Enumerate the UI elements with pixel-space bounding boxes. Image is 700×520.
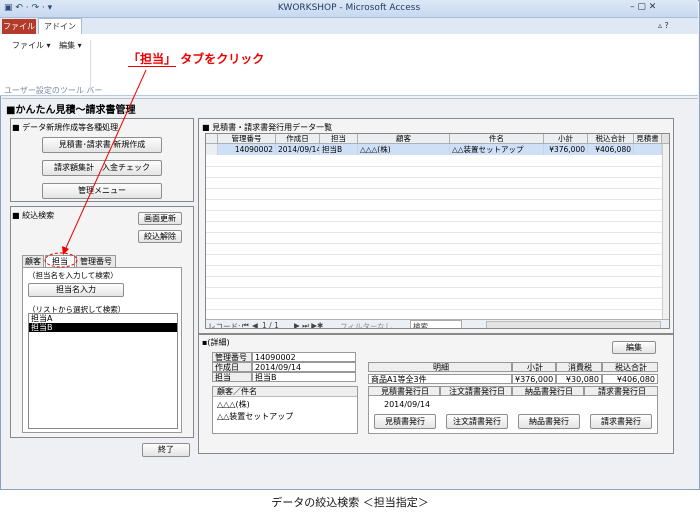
list-item[interactable]: 担当A — [29, 314, 177, 323]
input-staff-name-button[interactable]: 担当名入力 — [28, 283, 124, 297]
payment-check-label: 入金チェック — [102, 163, 150, 172]
filter-status[interactable]: フィルターなし — [340, 321, 392, 328]
menu-row: ファイル ▾ 編集 ▾ — [12, 40, 82, 51]
window-title: KWORKSHOP - Microsoft Access — [277, 3, 421, 13]
summary-cell: ¥30,080 — [556, 374, 602, 384]
table-cell[interactable] — [634, 144, 662, 155]
menu-edit[interactable]: 編集 ▾ — [59, 41, 82, 50]
table-cell[interactable]: 2014/09/14 — [276, 144, 320, 155]
grid-section-title: ■ 見積書・請求書発行用データ一覧 — [202, 123, 333, 132]
field-label: 担当 — [212, 372, 252, 382]
issue-delivery-button[interactable]: 納品書発行 — [518, 414, 580, 429]
table-cell[interactable]: △△装置セットアップ — [450, 144, 544, 155]
col-header[interactable]: 管理番号 — [218, 134, 276, 144]
customer-value: △△△(株) — [217, 400, 250, 409]
vertical-scrollbar[interactable] — [662, 144, 669, 320]
customer-label: 顧客／件名 — [213, 387, 357, 397]
filter-section-title: ■ 絞込検索 — [12, 211, 55, 220]
subject-value: △△装置セットアップ — [217, 412, 294, 421]
record-navigator: レコード: ⏮ ◀ 1 / 1 ▶ ⏭ ▶✱ フィルターなし 検索 — [206, 319, 669, 329]
tab-staff[interactable]: 担当 — [45, 255, 75, 267]
nav-label: レコード: — [208, 322, 241, 329]
col-header[interactable]: 税込合計 — [588, 134, 634, 144]
summary-cell: ¥376,000 — [512, 374, 556, 384]
field-label: 管理番号 — [212, 352, 252, 362]
customer-box: 顧客／件名 △△△(株) △△装置セットアップ — [212, 386, 358, 434]
window-controls[interactable]: – ▢ ✕ — [630, 2, 656, 12]
col-header[interactable]: 小計 — [544, 134, 588, 144]
col-header[interactable]: 作成日 — [276, 134, 320, 144]
nav-next-buttons[interactable]: ▶ ⏭ ▶✱ — [294, 321, 323, 328]
col-header[interactable]: 担当 — [320, 134, 358, 144]
row-selector-header — [206, 134, 218, 144]
admin-menu-button[interactable]: 管理メニュー — [42, 183, 162, 199]
edit-button[interactable]: 編集 — [612, 341, 656, 354]
issue-order-button[interactable]: 注文請書発行 — [446, 414, 508, 429]
ribbon-minimize-help[interactable]: ▵ ? — [658, 21, 669, 30]
refresh-button[interactable]: 画面更新 — [138, 212, 182, 225]
tab-addin[interactable]: アドイン — [38, 18, 82, 35]
clear-filter-button[interactable]: 絞込解除 — [138, 230, 182, 243]
summary-cell: ¥406,080 — [602, 374, 658, 384]
issue-header: 注文請書発行日 — [440, 386, 512, 396]
form-title: ■かんたん見積～請求書管理 — [6, 101, 135, 116]
col-header[interactable]: 件名 — [450, 134, 544, 144]
tab-control-number[interactable]: 管理番号 — [76, 255, 116, 267]
search-input[interactable]: 検索 — [410, 320, 462, 328]
issue-header: 見積書発行日 — [368, 386, 440, 396]
table-cell[interactable]: ¥406,080 — [588, 144, 634, 155]
new-estimate-button[interactable]: 見積書･請求書 新規作成 — [42, 137, 162, 153]
grid-scrollbar-top[interactable] — [662, 134, 669, 144]
invoice-total-label: 請求額集計 — [54, 163, 94, 172]
nav-prev-button[interactable]: ◀ — [252, 321, 258, 328]
invoice-total-button[interactable]: 請求額集計 入金チェック — [42, 160, 162, 176]
input-hint: （担当名を入力して検索） — [28, 271, 118, 280]
menu-file[interactable]: ファイル ▾ — [12, 41, 51, 50]
annotation-callout: 「担当」 タブをクリック — [128, 50, 264, 67]
staff-listbox[interactable]: 担当A 担当B — [28, 313, 178, 429]
data-grid[interactable]: 管理番号 作成日 担当 顧客 件名 小計 税込合計 見積書 14090002 2… — [205, 133, 670, 329]
filter-tabs: 顧客 担当 管理番号 — [22, 255, 182, 267]
issue-header: 請求書発行日 — [584, 386, 658, 396]
nav-position[interactable]: 1 / 1 — [262, 321, 279, 328]
row-selector[interactable] — [206, 144, 218, 155]
table-cell[interactable]: 担当B — [320, 144, 358, 155]
tab-customer[interactable]: 顧客 — [22, 255, 44, 267]
detail-title: ▪(詳細) — [202, 337, 230, 348]
custom-toolbar-caption: ユーザー設定のツール バー — [4, 86, 103, 95]
summary-header: 小計 — [512, 362, 556, 372]
create-section-title: ■ データ新規作成等各種処理 — [12, 123, 119, 132]
figure-caption: データの絞込検索 ＜担当指定＞ — [271, 496, 429, 509]
issue-invoice-button[interactable]: 請求書発行 — [590, 414, 652, 429]
issue-estimate-button[interactable]: 見積書発行 — [374, 414, 436, 429]
list-item-selected[interactable]: 担当B — [29, 323, 177, 332]
summary-header: 明細 — [368, 362, 512, 372]
field-value: 14090002 — [252, 352, 356, 362]
table-cell[interactable]: △△△(株) — [358, 144, 450, 155]
nav-first-button[interactable]: ⏮ — [242, 321, 249, 328]
issue-header: 納品書発行日 — [512, 386, 584, 396]
summary-header: 消費税 — [556, 362, 602, 372]
form-title-text: かんたん見積～請求書管理 — [15, 105, 136, 116]
summary-cell: 商品A1等全3件 — [368, 374, 512, 384]
detail-title-text: (詳細) — [207, 338, 230, 347]
close-button[interactable]: 終了 — [142, 443, 190, 457]
field-value: 担当B — [252, 372, 356, 382]
field-label: 作成日 — [212, 362, 252, 372]
col-header[interactable]: 顧客 — [358, 134, 450, 144]
annotation-highlight: 「担当」 — [128, 52, 177, 67]
ribbon-tab-strip — [0, 18, 698, 34]
tab-file[interactable]: ファイル — [2, 19, 36, 34]
annotation-text: タブをクリック — [176, 52, 265, 66]
summary-header: 税込合計 — [602, 362, 658, 372]
table-cell[interactable]: ¥376,000 — [544, 144, 588, 155]
issue-date: 2014/09/14 — [384, 400, 431, 409]
table-cell[interactable]: 14090002 — [218, 144, 276, 155]
field-value: 2014/09/14 — [252, 362, 356, 372]
ribbon-body — [0, 34, 698, 96]
horizontal-scrollbar[interactable] — [486, 321, 661, 328]
col-header[interactable]: 見積書 — [634, 134, 662, 144]
